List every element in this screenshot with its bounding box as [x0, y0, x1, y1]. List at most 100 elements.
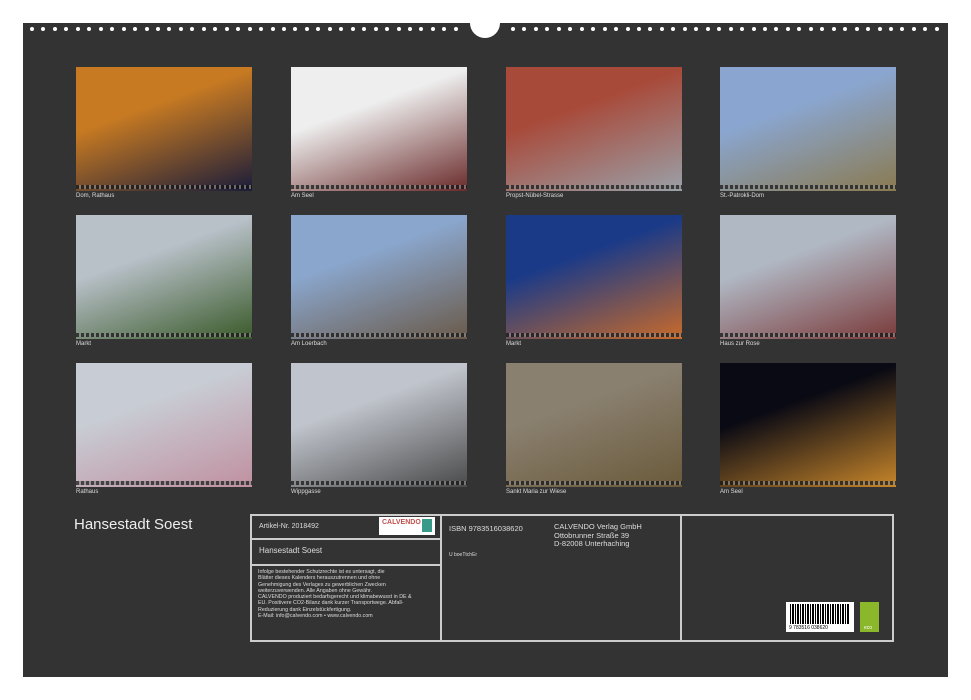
photo-strip	[76, 481, 252, 485]
binding-hole	[522, 27, 526, 31]
photo-thumbnail	[506, 215, 682, 339]
isbn: ISBN 9783516038620	[449, 524, 523, 533]
binding-hole	[305, 27, 309, 31]
binding-hole	[534, 27, 538, 31]
eco-label: eco	[864, 625, 872, 631]
photo-caption: Rathaus	[76, 489, 98, 495]
binding-hole	[133, 27, 137, 31]
binding-hole	[774, 27, 778, 31]
photo-thumbnail	[76, 67, 252, 191]
binding-hole	[568, 27, 572, 31]
binding-hole	[671, 27, 675, 31]
binding-hole	[282, 27, 286, 31]
barcode-bars	[790, 604, 850, 624]
binding-hole	[900, 27, 904, 31]
photo-caption: Am Loerbach	[291, 341, 327, 347]
photo-caption: Markt	[76, 341, 91, 347]
binding-hole	[786, 27, 790, 31]
photo-thumbnail	[506, 67, 682, 191]
calendar-name: Hansestadt Soest	[259, 546, 322, 555]
legal-text: Infolge bestehender Schutzrechte ist es …	[258, 569, 412, 619]
author: U boeTtchEr	[449, 552, 477, 558]
barcode: 9 783516 038620	[786, 602, 854, 632]
photo-thumbnail	[291, 67, 467, 191]
binding-hole	[76, 27, 80, 31]
binding-hole	[660, 27, 664, 31]
binding-hole	[797, 27, 801, 31]
binding-hole	[935, 27, 939, 31]
photo-thumbnail	[76, 215, 252, 339]
photo-caption: Wippgasse	[291, 489, 321, 495]
barcode-number: 9 783516 038620	[789, 625, 828, 631]
photo-thumbnail	[720, 363, 896, 487]
binding-hole	[591, 27, 595, 31]
binding-hole	[408, 27, 412, 31]
binding-hole	[820, 27, 824, 31]
binding-hole	[683, 27, 687, 31]
photo-caption: Haus zur Rose	[720, 341, 760, 347]
binding-hole	[30, 27, 34, 31]
photo-strip	[291, 185, 467, 189]
photo-strip	[506, 333, 682, 337]
binding-hole	[236, 27, 240, 31]
binding-hole	[110, 27, 114, 31]
binding-hole	[729, 27, 733, 31]
legal-line: EU. Positivere CO2-Bilanz dank kurzer Tr…	[258, 600, 412, 606]
binding-hole	[740, 27, 744, 31]
photo-thumbnail	[76, 363, 252, 487]
binding-hole	[213, 27, 217, 31]
binding-hole	[64, 27, 68, 31]
binding-hole	[53, 27, 57, 31]
logo-text: CALVENDO	[382, 519, 421, 526]
binding-hole	[545, 27, 549, 31]
binding-hole	[763, 27, 767, 31]
binding-hole	[179, 27, 183, 31]
binding-hole	[626, 27, 630, 31]
photo-caption: Am Seel	[720, 489, 743, 495]
binding-hole	[87, 27, 91, 31]
binding-hole	[454, 27, 458, 31]
binding-hole	[648, 27, 652, 31]
binding-hole	[248, 27, 252, 31]
calendar-title: Hansestadt Soest	[74, 516, 192, 533]
binding-hole	[293, 27, 297, 31]
binding-hole	[706, 27, 710, 31]
photo-thumbnail	[506, 363, 682, 487]
photo-thumbnail	[291, 363, 467, 487]
binding-hole	[419, 27, 423, 31]
binding-hole	[351, 27, 355, 31]
photo-caption: Dom, Rathaus	[76, 193, 114, 199]
logo-mark	[422, 519, 432, 532]
article-number: Artikel-Nr. 2018492	[259, 523, 319, 530]
photo-caption: Propst-Nübel-Strasse	[506, 193, 563, 199]
binding-hole	[832, 27, 836, 31]
binding-hole	[225, 27, 229, 31]
binding-hole	[145, 27, 149, 31]
binding-hole	[866, 27, 870, 31]
binding-hole	[752, 27, 756, 31]
photo-strip	[506, 185, 682, 189]
binding-hole	[362, 27, 366, 31]
photo-thumbnail	[720, 67, 896, 191]
photo-strip	[291, 481, 467, 485]
binding-hole	[397, 27, 401, 31]
binding-hole	[557, 27, 561, 31]
binding-hole	[431, 27, 435, 31]
binding-hole	[912, 27, 916, 31]
photo-strip	[720, 333, 896, 337]
binding-hole	[374, 27, 378, 31]
binding-hole	[339, 27, 343, 31]
eco-icon: eco	[860, 602, 879, 632]
binding-hole	[122, 27, 126, 31]
photo-strip	[506, 481, 682, 485]
publisher-line: D-82008 Unterhaching	[554, 540, 642, 549]
photo-strip	[76, 333, 252, 337]
binding-hole	[809, 27, 813, 31]
binding-hole	[637, 27, 641, 31]
binding-hole	[259, 27, 263, 31]
binding-hole	[614, 27, 618, 31]
binding-hole	[316, 27, 320, 31]
photo-thumbnail	[720, 215, 896, 339]
binding-hole	[923, 27, 927, 31]
binding-hole	[385, 27, 389, 31]
